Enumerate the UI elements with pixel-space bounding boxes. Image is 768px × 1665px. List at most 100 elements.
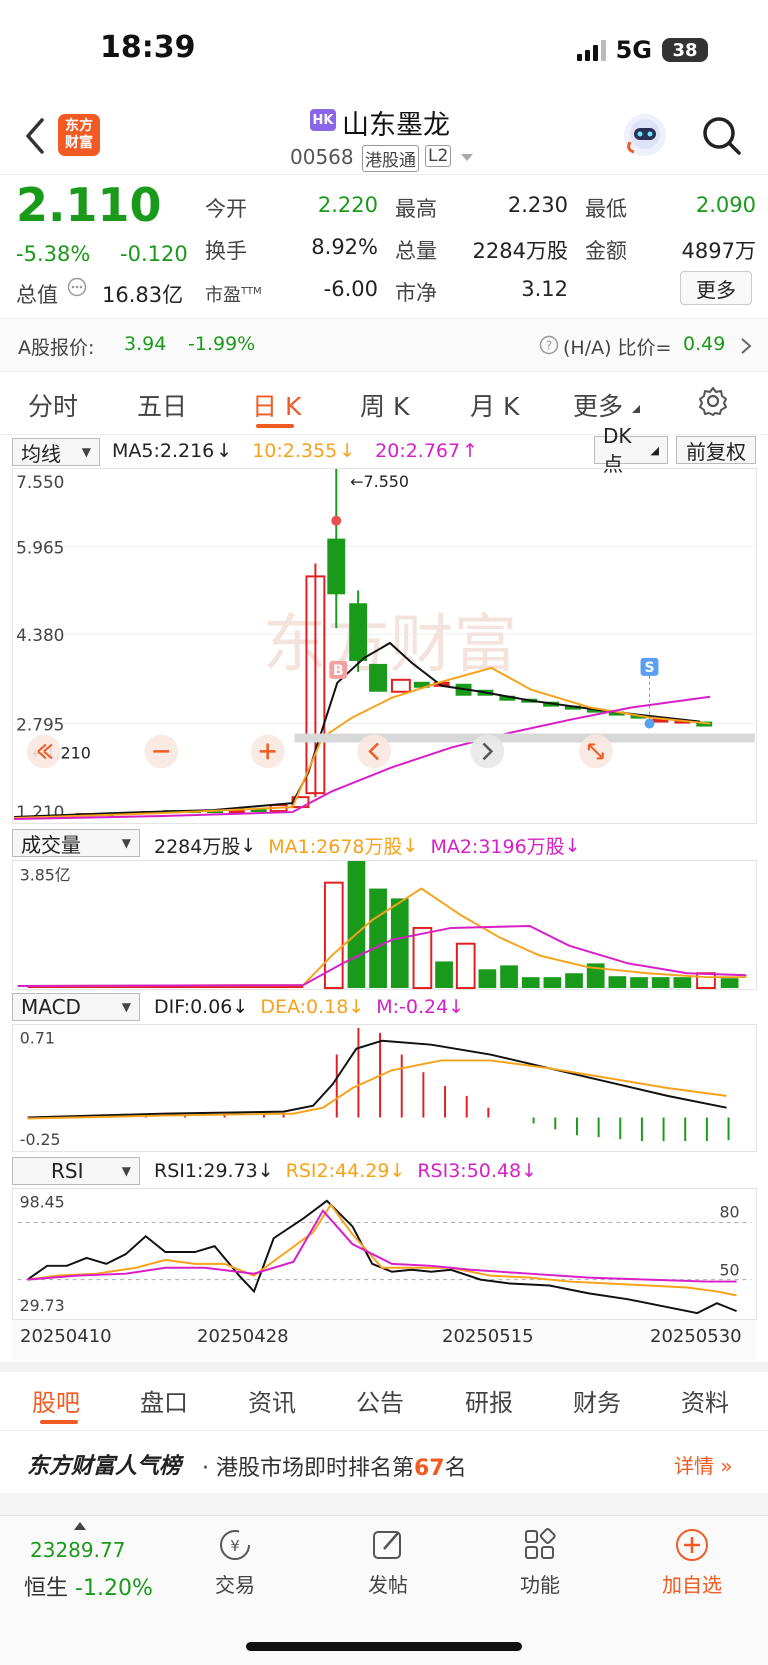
rsi-level-80: 80 xyxy=(719,1203,739,1222)
volume-ma2: MA2:3196万股 xyxy=(430,836,565,858)
nav-add-watchlist[interactable]: 加自选 xyxy=(656,1527,728,1598)
change-pct: -5.38% xyxy=(16,242,91,266)
stock-code: 00568 xyxy=(290,145,354,169)
high-label: 最高 xyxy=(395,197,437,221)
low-value: 2.090 xyxy=(695,193,756,217)
macd-m: M:-0.24 xyxy=(376,996,449,1018)
nav-functions[interactable]: 功能 xyxy=(510,1527,570,1598)
dropdown-icon[interactable] xyxy=(460,153,474,162)
x-axis-dates: 20250410 20250428 20250515 20250530 xyxy=(12,1320,757,1360)
ma5-value: MA5:2.216 xyxy=(112,440,215,462)
app-logo[interactable]: 东方 财富 xyxy=(58,114,100,156)
chevron-left-icon[interactable] xyxy=(24,118,46,154)
section-gap xyxy=(0,1362,768,1372)
info-icon[interactable] xyxy=(67,277,87,297)
y-tick-1: 5.965 xyxy=(16,538,64,558)
divider xyxy=(0,371,768,372)
tab-financials[interactable]: 财务 xyxy=(573,1383,621,1418)
date-label: 20250530 xyxy=(650,1326,742,1347)
index-value[interactable]: 23289.77 xyxy=(30,1538,125,1562)
active-tab-indicator xyxy=(256,424,294,428)
tab-monthly-k[interactable]: 月 K xyxy=(470,387,519,423)
tab-intraday[interactable]: 分时 xyxy=(28,387,78,423)
macd-selector[interactable]: MACD ▼ xyxy=(12,993,140,1021)
nav-trade[interactable]: ¥ 交易 xyxy=(205,1527,265,1598)
rsi-selector[interactable]: RSI ▼ xyxy=(12,1157,140,1185)
status-indicators: 5G 38 xyxy=(576,36,708,64)
macd-dif: DIF:0.06 xyxy=(154,996,233,1018)
index-ticker[interactable]: 恒生 -1.20% xyxy=(24,1570,153,1602)
up-triangle-icon xyxy=(74,1522,86,1530)
tab-announcements[interactable]: 公告 xyxy=(356,1383,404,1418)
y-tick-3: 2.795 xyxy=(16,715,64,735)
ma-legend: MA5:2.216 ↓ 10:2.355 ↓ 20:2.767 ↑ xyxy=(112,440,479,462)
y-tick-0: 7.550 xyxy=(16,472,64,492)
date-label: 20250410 xyxy=(20,1326,112,1347)
tab-daily-k[interactable]: 日 K xyxy=(252,387,301,423)
more-triangle-icon xyxy=(632,405,640,413)
battery-icon: 38 xyxy=(662,38,708,62)
ranking-number: 67 xyxy=(414,1456,445,1481)
search-icon[interactable] xyxy=(702,116,742,156)
tab-weekly-k[interactable]: 周 K xyxy=(360,387,409,423)
network-type: 5G xyxy=(615,36,652,64)
tab-five-day[interactable]: 五日 xyxy=(137,387,187,423)
connect-badge: 港股通 xyxy=(362,145,419,172)
macd-chart[interactable]: 0.71 -0.25 xyxy=(12,1024,757,1152)
current-price: 2.110 xyxy=(16,178,162,232)
a-share-change: -1.99% xyxy=(188,333,256,355)
rsi1-line xyxy=(26,1199,737,1315)
macd-bottom-tick: -0.25 xyxy=(20,1130,61,1149)
y-tick-2: 4.380 xyxy=(16,625,64,645)
tab-order-book[interactable]: 盘口 xyxy=(140,1383,188,1418)
add-circle-icon xyxy=(676,1529,708,1561)
sell-marker-label: S xyxy=(644,660,654,676)
change-value: -0.120 xyxy=(120,242,188,266)
turnover-label: 换手 xyxy=(205,239,247,263)
buy-marker-label: B xyxy=(333,663,344,679)
date-label: 20250428 xyxy=(197,1326,289,1347)
settings-icon[interactable] xyxy=(698,386,728,416)
adjust-button[interactable]: 前复权 xyxy=(676,436,756,464)
pb-value: 3.12 xyxy=(521,277,568,301)
divider xyxy=(0,434,768,435)
macd-histogram xyxy=(66,1027,730,1142)
ma-selector[interactable]: 均线 ▼ xyxy=(12,438,100,466)
grid-icon xyxy=(525,1528,556,1559)
rsi-chart[interactable]: 98.45 29.73 80 50 xyxy=(12,1188,757,1320)
ranking-detail-link[interactable]: 详情 » xyxy=(674,1450,733,1479)
status-time: 18:39 xyxy=(100,30,196,65)
ranking-brand: 东方财富人气榜 xyxy=(27,1454,182,1479)
tab-news[interactable]: 资讯 xyxy=(248,1383,296,1418)
macd-dea-line xyxy=(27,1059,727,1120)
nav-post[interactable]: 发帖 xyxy=(358,1527,418,1598)
tab-more[interactable]: 更多 xyxy=(573,387,623,423)
volume-max-tick: 3.85亿 xyxy=(20,866,71,885)
rsi-legend: RSI1:29.73 ↓ RSI2:44.29 ↓ RSI3:50.48 ↓ xyxy=(154,1160,538,1182)
robot-avatar-icon[interactable] xyxy=(622,112,668,158)
volume-ma1: MA1:2678万股 xyxy=(268,836,403,858)
a-share-price: 3.94 xyxy=(124,333,167,355)
amount-label: 金额 xyxy=(585,239,627,263)
kline-chart[interactable]: 东方财富 7.550 5.965 4.380 2.795 1.210 B S ←… xyxy=(12,468,757,824)
home-indicator[interactable] xyxy=(246,1642,522,1651)
volume-label: 总量 xyxy=(395,239,437,263)
tab-forum[interactable]: 股吧 xyxy=(32,1383,80,1418)
market-cap-value: 16.83亿 xyxy=(102,283,184,307)
low-label: 最低 xyxy=(585,197,627,221)
rsi-level-50: 50 xyxy=(719,1261,739,1280)
max-marker: ←7.550 xyxy=(350,472,409,491)
tab-research[interactable]: 研报 xyxy=(465,1383,513,1418)
volume-selector[interactable]: 成交量 ▼ xyxy=(12,829,140,857)
rsi2-value: RSI2:44.29 xyxy=(285,1160,390,1182)
more-button[interactable]: 更多 xyxy=(680,271,752,305)
ma20-value: 20:2.767 xyxy=(375,440,461,462)
chevron-right-icon[interactable] xyxy=(740,337,752,355)
dk-point-button[interactable]: DK点 ◢ xyxy=(594,424,668,476)
svg-text:?: ? xyxy=(546,339,552,353)
help-icon[interactable]: ? xyxy=(539,335,559,355)
pe-value: -6.00 xyxy=(323,277,378,301)
tab-profile[interactable]: 资料 xyxy=(681,1383,729,1418)
a-share-label: A股报价: xyxy=(18,337,95,359)
volume-chart[interactable]: 3.85亿 xyxy=(12,860,757,990)
